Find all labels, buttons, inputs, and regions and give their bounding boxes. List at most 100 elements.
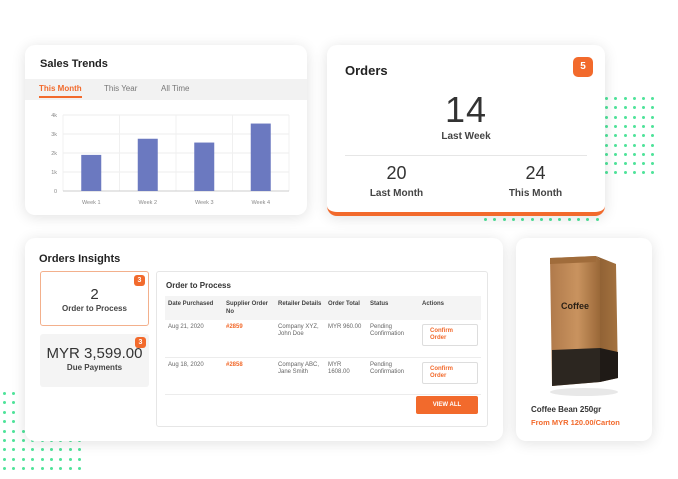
y-tick-label: 3k bbox=[51, 132, 57, 138]
decorative-dot bbox=[78, 467, 82, 471]
decorative-dot bbox=[614, 143, 618, 147]
decorative-dot bbox=[614, 97, 618, 100]
decorative-dot bbox=[632, 115, 636, 119]
decorative-dot bbox=[577, 217, 580, 221]
decorative-dot bbox=[604, 134, 608, 138]
decorative-dot bbox=[651, 171, 655, 175]
col-supplier-order-no: Supplier Order No bbox=[223, 296, 275, 320]
table-row: Aug 21, 2020 #2859 Company XYZ, John Doe… bbox=[165, 320, 481, 358]
decorative-dot bbox=[623, 171, 627, 175]
decorative-dot bbox=[567, 217, 571, 221]
decorative-dot bbox=[511, 217, 515, 221]
decorative-dot bbox=[651, 97, 655, 100]
last-month-stat: 20 Last Month bbox=[327, 163, 466, 199]
decorative-dot bbox=[614, 171, 618, 175]
orders-table-header: Date Purchased Supplier Order No Retaile… bbox=[165, 296, 481, 320]
row-status: Pending Confirmation bbox=[367, 357, 419, 395]
decorative-dot bbox=[642, 115, 646, 119]
decorative-dot bbox=[623, 115, 627, 119]
decorative-dot bbox=[12, 410, 16, 414]
decorative-dot bbox=[549, 217, 553, 221]
decorative-dot bbox=[614, 134, 618, 138]
sales-bar-chart: 0 1k 2k 3k 4k Week 1 Week 2 Week 3 Week 4 bbox=[51, 113, 290, 206]
decorative-dot bbox=[604, 162, 608, 166]
this-month-value: 24 bbox=[525, 163, 546, 183]
decorative-dot bbox=[3, 467, 6, 471]
decorative-dot bbox=[12, 457, 16, 461]
due-payments-badge: 3 bbox=[135, 337, 146, 348]
table-row: Aug 18, 2020 #2858 Company ABC, Jane Smi… bbox=[165, 357, 481, 395]
decorative-dot bbox=[31, 457, 35, 461]
decorative-dot bbox=[21, 467, 25, 471]
row-supplier-order-link[interactable]: #2858 bbox=[223, 357, 275, 395]
orders-card: Orders 5 14 Last Week 20 Last Month 24 T… bbox=[327, 45, 605, 216]
decorative-dot bbox=[623, 124, 627, 128]
decorative-dot bbox=[484, 217, 487, 221]
last-week-value: 14 bbox=[444, 89, 488, 130]
decorative-dot bbox=[642, 143, 646, 147]
decorative-dot bbox=[68, 467, 72, 471]
row-status: Pending Confirmation bbox=[367, 320, 419, 358]
decorative-dot bbox=[12, 467, 16, 471]
orders-insights-title: Orders Insights bbox=[39, 253, 121, 265]
view-all-button[interactable]: VIEW ALL bbox=[416, 396, 478, 414]
y-tick-label: 4k bbox=[51, 113, 57, 119]
tab-this-year[interactable]: This Year bbox=[104, 84, 137, 93]
decorative-dot bbox=[642, 171, 646, 175]
coffee-bag-image: Coffee bbox=[550, 256, 618, 396]
last-week-label: Last Week bbox=[441, 131, 491, 142]
decorative-dot bbox=[651, 124, 655, 128]
decorative-dot bbox=[59, 448, 63, 452]
decorative-dot bbox=[59, 467, 63, 471]
decorative-dot bbox=[604, 171, 608, 175]
confirm-order-button[interactable]: Confirm Order bbox=[422, 361, 478, 384]
decorative-dot bbox=[632, 171, 636, 175]
order-to-process-stat[interactable]: 3 2 Order to Process bbox=[40, 271, 149, 326]
row-retailer: Company XYZ, John Doe bbox=[275, 320, 325, 358]
product-card[interactable]: Coffee Coffee Bean 250gr From MYR 120.00… bbox=[516, 238, 652, 441]
decorative-dot bbox=[604, 115, 608, 119]
decorative-dot bbox=[78, 457, 82, 461]
decorative-dot bbox=[31, 448, 35, 452]
decorative-dot bbox=[68, 448, 72, 452]
decorative-dot bbox=[632, 97, 636, 100]
due-payments-value: MYR 3,599.00 bbox=[46, 345, 143, 362]
decorative-dot bbox=[3, 420, 6, 424]
col-order-total: Order Total bbox=[325, 296, 367, 320]
decorative-dot bbox=[12, 448, 16, 452]
tab-all-time[interactable]: All Time bbox=[161, 84, 189, 93]
confirm-order-button[interactable]: Confirm Order bbox=[422, 324, 478, 346]
coffee-bag-label: Coffee bbox=[561, 301, 589, 311]
orders-insights-card: Orders Insights 3 2 Order to Process 3 M… bbox=[25, 238, 503, 441]
row-total: MYR 1608.00 bbox=[325, 357, 367, 395]
last-month-label: Last Month bbox=[369, 188, 424, 199]
x-tick-label: Week 4 bbox=[251, 200, 270, 206]
decorative-dot bbox=[3, 401, 6, 405]
decorative-dot bbox=[604, 124, 608, 128]
col-date-purchased: Date Purchased bbox=[165, 296, 223, 320]
col-status: Status bbox=[367, 296, 419, 320]
decorative-dot bbox=[40, 448, 44, 452]
decorative-dot bbox=[614, 162, 618, 166]
tab-this-month[interactable]: This Month bbox=[39, 84, 82, 98]
decorative-dot bbox=[21, 448, 25, 452]
decorative-dot bbox=[632, 106, 636, 110]
row-supplier-order-link[interactable]: #2859 bbox=[223, 320, 275, 358]
decorative-dot bbox=[604, 152, 608, 156]
last-month-value: 20 bbox=[386, 163, 407, 183]
y-tick-label: 2k bbox=[51, 151, 57, 157]
decorative-dot bbox=[40, 467, 44, 471]
decorative-dot bbox=[623, 143, 627, 147]
y-tick-label: 1k bbox=[51, 170, 57, 176]
order-to-process-badge: 3 bbox=[134, 275, 145, 286]
decorative-dot bbox=[493, 217, 497, 221]
product-name: Coffee Bean 250gr bbox=[531, 405, 602, 414]
decorative-dot bbox=[40, 457, 44, 461]
row-retailer: Company ABC, Jane Smith bbox=[275, 357, 325, 395]
decorative-dot bbox=[614, 106, 618, 110]
col-retailer-details: Retailer Details bbox=[275, 296, 325, 320]
decorative-dot bbox=[651, 162, 655, 166]
due-payments-stat[interactable]: 3 MYR 3,599.00 Due Payments bbox=[40, 334, 149, 387]
decorative-dot bbox=[642, 106, 646, 110]
decorative-dot bbox=[651, 143, 655, 147]
